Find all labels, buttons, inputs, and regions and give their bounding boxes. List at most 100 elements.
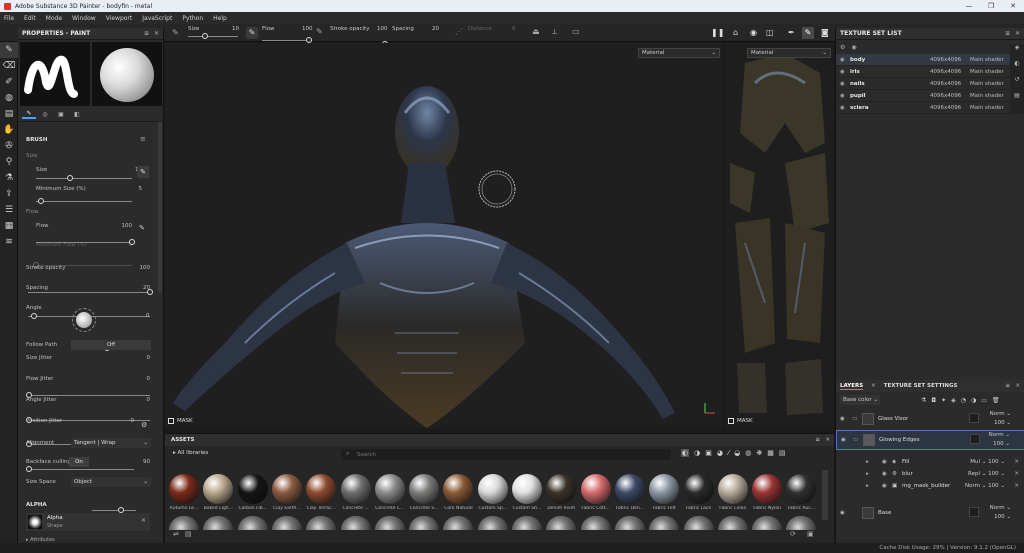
follow-path-toggle[interactable]: Off	[71, 340, 151, 350]
layer-row[interactable]: ◉ ▸ ◈ Fill Mul ⌄ 100 ⌄ ✕	[836, 456, 1024, 467]
export-icon[interactable]: ⇪	[0, 186, 18, 202]
add-effect-icon[interactable]: ⚗	[921, 397, 926, 404]
menu-file[interactable]: File	[4, 15, 14, 22]
library-selector[interactable]: ▸ All libraries	[173, 450, 208, 456]
uv-material-select[interactable]: Material ⌄	[747, 48, 831, 58]
layer-row[interactable]: ◉ Base Norm ⌄ 100 ⌄	[836, 504, 1024, 522]
menu-help[interactable]: Help	[213, 15, 227, 22]
material-thumbnail[interactable]	[683, 516, 714, 530]
visibility-icon[interactable]: ◉	[851, 44, 856, 51]
layer-opacity[interactable]: 100 ⌄	[994, 420, 1011, 426]
remove-effect-icon[interactable]: ✕	[1014, 471, 1019, 477]
assets-refresh-icon[interactable]: ⟳	[790, 530, 796, 538]
texture-set-row[interactable]: ◉ pupil 4096x4096 Main shader	[836, 90, 1024, 102]
assets-import-icon[interactable]: ⇌	[173, 530, 179, 538]
projection-tool-icon[interactable]: ✐	[0, 74, 18, 90]
material-thumbnail[interactable]	[169, 516, 199, 530]
material-thumbnail[interactable]	[443, 516, 474, 530]
layer-name[interactable]: Glass Visor	[878, 416, 908, 422]
tab-stencil-icon[interactable]: ▣	[54, 111, 68, 118]
lazy-mouse-icon[interactable]: ⋰	[455, 27, 463, 36]
angle-dial[interactable]	[72, 308, 96, 332]
texture-set-strip-icon[interactable]: ◈	[1010, 44, 1024, 60]
layer-opacity[interactable]: 100 ⌄	[994, 514, 1011, 520]
history-strip-icon[interactable]: ↺	[1010, 76, 1024, 92]
filter-environments-icon[interactable]: ❋	[756, 449, 762, 457]
material-thumbnail[interactable]	[340, 474, 371, 504]
filter-filters-icon[interactable]: ▦	[767, 449, 774, 457]
assets-list-icon[interactable]: ▤	[185, 530, 192, 538]
layer-row[interactable]: ◉ ▸ ▣ mg_mask_builder Norm ⌄ 100 ⌄ ✕	[836, 480, 1024, 491]
material-thumbnail[interactable]	[203, 474, 234, 504]
panel-close-icon[interactable]: ✕	[1015, 383, 1020, 389]
layer-name[interactable]: mg_mask_builder	[902, 483, 950, 489]
spacing-value[interactable]: 20	[143, 285, 150, 291]
assets-grid-size-icon[interactable]: ▣	[807, 530, 814, 538]
toolbar-stroke-opacity-value[interactable]: 100	[377, 26, 388, 32]
texture-set-row[interactable]: ◉ sclera 4096x4096 Main shader	[836, 102, 1024, 114]
filter-textures-icon[interactable]: ◕	[717, 449, 723, 457]
material-thumbnail[interactable]	[752, 516, 783, 530]
add-generator-icon[interactable]: ✦	[941, 397, 946, 404]
viewport-material-select[interactable]: Material ⌄	[638, 48, 720, 58]
brush-menu-icon[interactable]: ≡	[140, 135, 146, 143]
position-jitter-slider[interactable]	[26, 466, 134, 472]
layer-name[interactable]: blur	[902, 471, 913, 477]
display-settings-icon[interactable]: ◉	[750, 28, 757, 37]
symmetry-axis-icon[interactable]: ▭	[572, 27, 580, 36]
material-thumbnail[interactable]	[546, 516, 577, 530]
layer-mask-thumbnail[interactable]	[969, 507, 979, 517]
material-thumbnail[interactable]	[203, 516, 234, 530]
filter-smart-materials-icon[interactable]: ◑	[694, 449, 700, 457]
backface-toggle[interactable]: On	[69, 457, 89, 467]
expand-icon[interactable]: ▸	[866, 471, 869, 477]
material-thumbnail[interactable]	[409, 516, 440, 530]
brush-preview[interactable]	[20, 42, 90, 106]
panel-menu-icon[interactable]: ≡	[1005, 383, 1010, 389]
symmetry-icon[interactable]: ⏏	[532, 27, 540, 36]
uv-mask-indicator[interactable]: MASK	[728, 418, 753, 424]
properties-scrollbar[interactable]	[158, 122, 162, 292]
shelf-icon[interactable]: ≋	[0, 234, 18, 250]
layer-row[interactable]: ◉ ▸ ⚙ blur Repl ⌄ 100 ⌄ ✕	[836, 468, 1024, 479]
add-layer-icon[interactable]: ◔	[961, 397, 966, 404]
eye-icon[interactable]: ◉	[840, 510, 845, 516]
filter-procedurals-icon[interactable]: ◍	[745, 449, 751, 457]
material-thumbnail[interactable]	[717, 474, 748, 504]
menu-python[interactable]: Python	[182, 15, 203, 22]
layer-blend[interactable]: Norm ⌄	[990, 411, 1011, 417]
stroke-opacity-value[interactable]: 100	[140, 265, 151, 271]
layer-mask-thumbnail[interactable]	[969, 413, 979, 423]
toolbar-flow-value[interactable]: 100	[302, 26, 313, 32]
backface-value[interactable]: 90	[143, 459, 150, 465]
document-icon[interactable]: ▦	[0, 218, 18, 234]
material-thumbnail[interactable]	[306, 516, 337, 530]
log-strip-icon[interactable]: ▤	[1010, 92, 1024, 108]
geometry-mask-icon[interactable]: ◍	[0, 90, 18, 106]
texture-set-settings-icon[interactable]: ⚙	[840, 44, 845, 51]
add-mask-icon[interactable]: ◘	[931, 397, 936, 404]
tab-alpha-icon[interactable]: ◎	[38, 111, 52, 118]
camera-icon[interactable]: ⌂	[733, 28, 738, 37]
tab-layers-close-icon[interactable]: ✕	[871, 383, 876, 389]
material-thumbnail[interactable]	[237, 516, 268, 530]
layer-blend[interactable]: Norm ⌄	[990, 505, 1011, 511]
panel-menu-icon[interactable]: ≡	[1005, 30, 1010, 37]
eye-icon[interactable]: ◉	[840, 416, 845, 422]
size-jitter-value[interactable]: 0	[147, 355, 151, 361]
smudge-tool-icon[interactable]: ✋	[0, 122, 18, 138]
layer-blend[interactable]: Mul ⌄ 100 ⌄	[970, 459, 1005, 465]
eye-icon[interactable]: ◉	[840, 81, 850, 87]
panel-menu-icon[interactable]: ≡	[144, 30, 149, 37]
layer-row[interactable]: ◉ ▭ Glass Visor Norm ⌄ 100 ⌄	[836, 410, 1024, 428]
tab-brush-icon[interactable]: ✎	[22, 110, 36, 119]
layer-blend[interactable]: Norm ⌄ 100 ⌄	[965, 483, 1005, 489]
assets-search-field[interactable]: ⌕	[341, 449, 671, 460]
angle-jitter-value[interactable]: 0	[147, 397, 151, 403]
eye-icon[interactable]: ◉	[840, 57, 850, 63]
min-flow-value[interactable]: 0	[129, 242, 133, 248]
polygon-fill-icon[interactable]: ▤	[0, 106, 18, 122]
delete-layer-icon[interactable]: 🗑	[992, 397, 1000, 404]
min-size-value[interactable]: 5	[139, 186, 143, 192]
menu-javascript[interactable]: JavaScript	[142, 15, 172, 22]
